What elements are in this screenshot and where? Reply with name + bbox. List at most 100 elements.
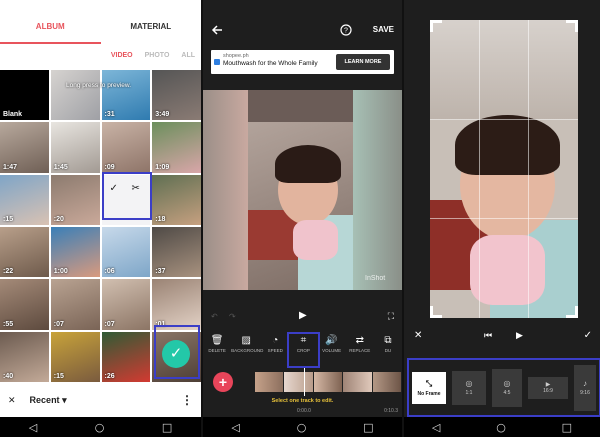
media-cell[interactable]: :09 — [101, 122, 151, 173]
ad-choices-icon — [214, 59, 220, 65]
media-cell[interactable]: :06 — [101, 226, 151, 278]
folder-selector[interactable]: Recent ▾ — [30, 395, 67, 406]
duration-label: :07 — [53, 320, 64, 328]
media-cell[interactable]: :37 — [152, 226, 201, 278]
media-cell[interactable]: 1:47 — [0, 122, 49, 173]
tiktok-icon: ♪ — [583, 379, 587, 388]
media-cell[interactable]: :07 — [50, 279, 100, 330]
instagram-icon: ◎ — [503, 379, 511, 388]
tool-delete[interactable]: 🗑 DELETE — [203, 334, 231, 366]
media-cell[interactable]: 1:00 — [50, 226, 100, 278]
learn-more-button[interactable]: LEARN MORE — [336, 54, 390, 70]
media-cell[interactable]: :31 — [101, 70, 151, 121]
back-icon[interactable]: ◁ — [29, 422, 37, 433]
ratio-9-16[interactable]: ♪ 9:16 — [574, 364, 596, 411]
current-time: 0:00.0 — [297, 408, 311, 414]
tool-volume[interactable]: 🔊 VOLUME — [318, 334, 346, 366]
tab-material[interactable]: MATERIAL — [101, 18, 202, 44]
save-button[interactable]: SAVE — [373, 25, 394, 34]
tool-speed[interactable]: ◔ SPEED — [261, 334, 289, 366]
video-preview: InShot — [203, 90, 402, 290]
media-cell[interactable]: :20 — [50, 174, 100, 225]
media-cell[interactable]: 3:49 — [152, 70, 201, 121]
tool-crop[interactable]: ⌗ CROP — [287, 332, 320, 368]
folder-label: Recent — [29, 394, 60, 405]
media-cell[interactable]: :15 — [50, 331, 100, 382]
fullscreen-icon[interactable]: ⛶ — [388, 311, 394, 322]
crop-preview[interactable] — [430, 20, 578, 318]
expand-icon: ⤡ — [425, 378, 433, 388]
tool-duplicate[interactable]: ⧉ DU — [374, 334, 402, 366]
duration-label: :20 — [53, 215, 64, 223]
tool-background[interactable]: ▨ BACKGROUND — [231, 334, 263, 366]
album-tabs: ALBUM MATERIAL — [0, 18, 201, 44]
home-icon[interactable]: ○ — [297, 422, 307, 433]
duration-label: 1:45 — [53, 163, 68, 171]
home-icon[interactable]: ○ — [496, 422, 506, 433]
media-cell[interactable] — [50, 70, 100, 121]
editor-panel: ? SAVE shopee.ph Mouthwash for the Whole… — [203, 0, 402, 437]
add-clip-button[interactable]: + — [213, 372, 233, 392]
clip-strip[interactable] — [255, 372, 402, 392]
ad-banner[interactable]: shopee.ph Mouthwash for the Whole Family… — [211, 50, 394, 74]
recents-icon[interactable]: □ — [162, 422, 172, 433]
trash-icon: 🗑 — [210, 335, 224, 346]
ratio-label: 16:9 — [543, 388, 553, 394]
media-cell[interactable]: :40 — [0, 331, 49, 382]
ratio-label: No Frame — [417, 390, 441, 397]
confirm-button[interactable]: ✓ — [162, 340, 190, 368]
speed-icon: ◔ — [272, 335, 279, 346]
media-cell[interactable]: Blank — [0, 70, 49, 121]
media-cell[interactable]: :26 — [101, 331, 151, 382]
timeline: + — [203, 368, 402, 396]
media-cell[interactable]: 1:09 — [152, 122, 201, 173]
album-panel: ALBUM MATERIAL VIDEO PHOTO ALL Blank :31… — [0, 0, 201, 437]
crop-controls: ✕ ⏮ ▶ ✓ — [404, 330, 600, 344]
back-arrow-icon[interactable] — [211, 25, 223, 35]
tool-replace[interactable]: ⇄ REPLACE — [346, 334, 374, 366]
duration-label: :37 — [155, 268, 166, 276]
duration-label: :40 — [3, 372, 14, 380]
ratio-4-5[interactable]: ◎ 4:5 — [492, 368, 522, 407]
filter-all[interactable]: ALL — [181, 52, 195, 59]
more-icon[interactable]: ⋮ — [181, 393, 193, 407]
redo-icon[interactable]: ↷ — [229, 312, 236, 321]
ratio-16-9[interactable]: ▶ 16:9 — [528, 376, 568, 399]
apply-check-icon[interactable]: ✓ — [584, 330, 592, 341]
home-icon[interactable]: ○ — [95, 422, 105, 433]
media-cell[interactable]: 1:45 — [50, 122, 100, 173]
recents-icon[interactable]: □ — [562, 422, 572, 433]
back-icon[interactable]: ◁ — [432, 422, 440, 433]
media-cell[interactable]: :15 — [0, 174, 49, 225]
cancel-icon[interactable]: ✕ — [414, 330, 422, 341]
duration-label: 3:49 — [155, 111, 170, 119]
filter-video[interactable]: VIDEO — [111, 52, 133, 59]
filter-photo[interactable]: PHOTO — [145, 52, 170, 59]
preview-tooltip: Long press to preview. — [66, 82, 132, 89]
tab-album[interactable]: ALBUM — [0, 18, 101, 44]
editor-toolbar: 🗑 DELETE ▨ BACKGROUND ◔ SPEED ⌗ CROP 🔊 VOLUME… — [203, 332, 402, 368]
duration-label: :22 — [3, 268, 14, 276]
duration-label: :55 — [3, 320, 14, 328]
duration-label: :18 — [155, 215, 166, 223]
media-cell[interactable]: :01 — [152, 279, 201, 330]
close-icon[interactable]: ✕ — [8, 395, 16, 406]
ratio-no-frame[interactable]: ⤡ No Frame — [412, 371, 446, 404]
ratio-1-1[interactable]: ◎ 1:1 — [452, 370, 486, 405]
media-cell[interactable]: :55 — [0, 279, 49, 330]
media-cell[interactable]: :07 — [101, 279, 151, 330]
help-icon[interactable]: ? — [340, 24, 352, 36]
play-icon[interactable]: ▶ — [516, 330, 523, 341]
play-icon[interactable]: ▶ — [299, 310, 307, 321]
tool-label: REPLACE — [349, 348, 371, 353]
media-cell[interactable]: :18 — [152, 174, 201, 225]
back-icon[interactable]: ◁ — [231, 422, 239, 433]
youtube-icon: ▶ — [545, 382, 551, 388]
playhead[interactable] — [304, 368, 305, 396]
media-cell[interactable]: :22 — [0, 226, 49, 278]
undo-icon[interactable]: ↶ — [211, 312, 218, 321]
editor-top-bar: ? SAVE — [203, 20, 402, 40]
replace-icon: ⇄ — [355, 335, 364, 346]
recents-icon[interactable]: □ — [363, 422, 373, 433]
skip-start-icon[interactable]: ⏮ — [484, 330, 492, 341]
